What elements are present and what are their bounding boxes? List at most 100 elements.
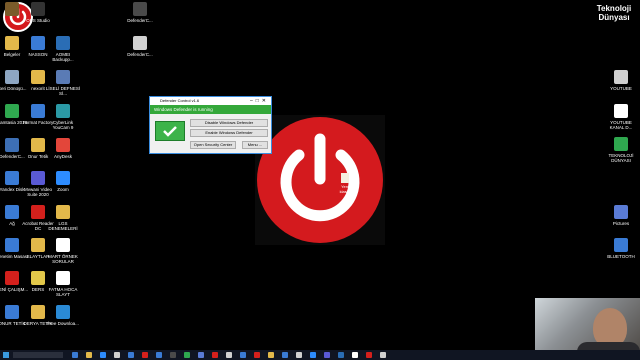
desktop-file[interactable]: Yeni klasör: [338, 173, 352, 194]
taskbar-app-icon[interactable]: [72, 352, 78, 358]
taskbar-app-icon[interactable]: [240, 352, 246, 358]
desktop-icon[interactable]: MART ÖRNEK SORULAR: [45, 238, 81, 264]
desktop-icon[interactable]: AOMEI Backupp...: [45, 36, 81, 62]
desktop-icon-label: YOUTUBE: [610, 86, 632, 91]
app-icon: [56, 238, 70, 252]
desktop-icon-label: CyberLink YouCam 9: [52, 120, 74, 130]
app-icon: [56, 138, 70, 152]
desktop-icon-label: LİSELİ DEFNESİ Sİ...: [45, 86, 81, 96]
app-icon: [31, 138, 45, 152]
taskbar-app-icon[interactable]: [366, 352, 372, 358]
close-icon[interactable]: ✕: [262, 98, 269, 104]
taskbar-app-icon[interactable]: [170, 352, 176, 358]
taskbar: [0, 350, 640, 360]
desktop-icon[interactable]: YOUTUBE KANAL D...: [603, 104, 639, 130]
desktop-icon[interactable]: LİSELİ DEFNESİ Sİ...: [45, 70, 81, 96]
taskbar-app-icon[interactable]: [268, 352, 274, 358]
app-icon: [5, 104, 19, 118]
status-text: Windows Defender is running: [154, 107, 213, 112]
open-security-center-button[interactable]: Open Security Center: [190, 141, 236, 149]
menu-button[interactable]: Menu ...: [242, 141, 268, 149]
app-icon: [31, 2, 45, 16]
app-icon: [5, 2, 19, 16]
taskbar-app-icon[interactable]: [324, 352, 330, 358]
app-icon: [31, 36, 45, 50]
desktop-icon-label: FATMA HOCA SLAYT: [48, 287, 78, 297]
app-icon: [5, 305, 19, 319]
desktop-icon[interactable]: TEKNOLOJİ DÜNYASI: [603, 137, 639, 163]
app-icon: [31, 205, 45, 219]
desktop-icon[interactable]: AnyDesk: [45, 138, 81, 159]
taskbar-app-icon[interactable]: [254, 352, 260, 358]
window-title: Defender Control v1.6: [160, 98, 200, 103]
window-titlebar[interactable]: Defender Control v1.6 –□✕: [150, 97, 271, 105]
desktop-icon-label: MART ÖRNEK SORULAR: [48, 254, 78, 264]
desktop-icon-label: Free Downloa...: [47, 321, 79, 326]
desktop-icon-label: YOUTUBE KANAL D...: [609, 120, 633, 130]
app-icon: [31, 104, 45, 118]
taskbar-app-icon[interactable]: [352, 352, 358, 358]
app-icon: [5, 171, 19, 185]
taskbar-app-icon[interactable]: [212, 352, 218, 358]
desktop-icon-label: AOMEI Backupp...: [52, 52, 74, 62]
desktop-file-label: Yeni klasör: [339, 184, 351, 194]
taskbar-app-icon[interactable]: [380, 352, 386, 358]
file-icon: [341, 173, 349, 183]
taskbar-app-icon[interactable]: [310, 352, 316, 358]
desktop-icon-label: OBS Studio: [26, 18, 50, 23]
desktop-icon[interactable]: BLUETOOTH: [603, 238, 639, 259]
app-icon: [133, 36, 147, 50]
desktop-icon[interactable]: LGS DENEMELERİ: [45, 205, 81, 231]
taskbar-app-icon[interactable]: [142, 352, 148, 358]
app-icon: [56, 171, 70, 185]
desktop-icon[interactable]: CyberLink YouCam 9: [45, 104, 81, 130]
app-icon: [614, 238, 628, 252]
desktop-icon[interactable]: Zoom: [45, 171, 81, 192]
app-icon: [31, 271, 45, 285]
app-icon: [5, 271, 19, 285]
status-banner: Windows Defender is running: [150, 105, 271, 114]
taskbar-app-icon[interactable]: [282, 352, 288, 358]
desktop-icon-label: Zoom: [57, 187, 69, 192]
wallpaper-power-icon: [255, 115, 385, 245]
taskbar-app-icon[interactable]: [338, 352, 344, 358]
app-icon: [614, 205, 628, 219]
defender-control-window: Defender Control v1.6 –□✕ Windows Defend…: [149, 96, 272, 154]
taskbar-app-icon[interactable]: [296, 352, 302, 358]
app-icon: [614, 104, 628, 118]
app-icon: [5, 36, 19, 50]
app-icon: [133, 2, 147, 16]
taskbar-app-icon[interactable]: [100, 352, 106, 358]
desktop-icon[interactable]: OBS Studio: [20, 2, 56, 23]
taskbar-app-icon[interactable]: [156, 352, 162, 358]
app-icon: [5, 238, 19, 252]
desktop-icon-label: AnyDesk: [53, 154, 72, 159]
desktop-icon[interactable]: YOUTUBE: [603, 70, 639, 91]
app-icon: [614, 137, 628, 151]
app-icon: [5, 205, 19, 219]
taskbar-app-icon[interactable]: [198, 352, 204, 358]
taskbar-app-icon[interactable]: [128, 352, 134, 358]
app-icon: [56, 36, 70, 50]
app-icon: [614, 70, 628, 84]
taskbar-search[interactable]: [13, 352, 63, 358]
taskbar-app-icon[interactable]: [86, 352, 92, 358]
enable-defender-button[interactable]: Enable Windows Defender: [190, 129, 268, 137]
start-button[interactable]: [3, 352, 9, 358]
desktop-icon-label: DefenderC...: [127, 18, 153, 23]
desktop-icon[interactable]: Pictures: [603, 205, 639, 226]
taskbar-app-icon[interactable]: [226, 352, 232, 358]
disable-defender-button[interactable]: Disable Windows Defender: [190, 119, 268, 127]
app-icon: [31, 171, 45, 185]
desktop-icon[interactable]: DefenderC...: [122, 2, 158, 23]
app-icon: [56, 271, 70, 285]
desktop-icon[interactable]: Free Downloa...: [45, 305, 81, 326]
app-icon: [56, 70, 70, 84]
app-icon: [56, 205, 70, 219]
brand-line-2: Dünyası: [598, 13, 630, 22]
desktop-icon[interactable]: FATMA HOCA SLAYT: [45, 271, 81, 297]
taskbar-app-icon[interactable]: [184, 352, 190, 358]
desktop-icon[interactable]: DefenderC...: [122, 36, 158, 57]
taskbar-app-icon[interactable]: [114, 352, 120, 358]
desktop-icon-label: BLUETOOTH: [607, 254, 635, 259]
